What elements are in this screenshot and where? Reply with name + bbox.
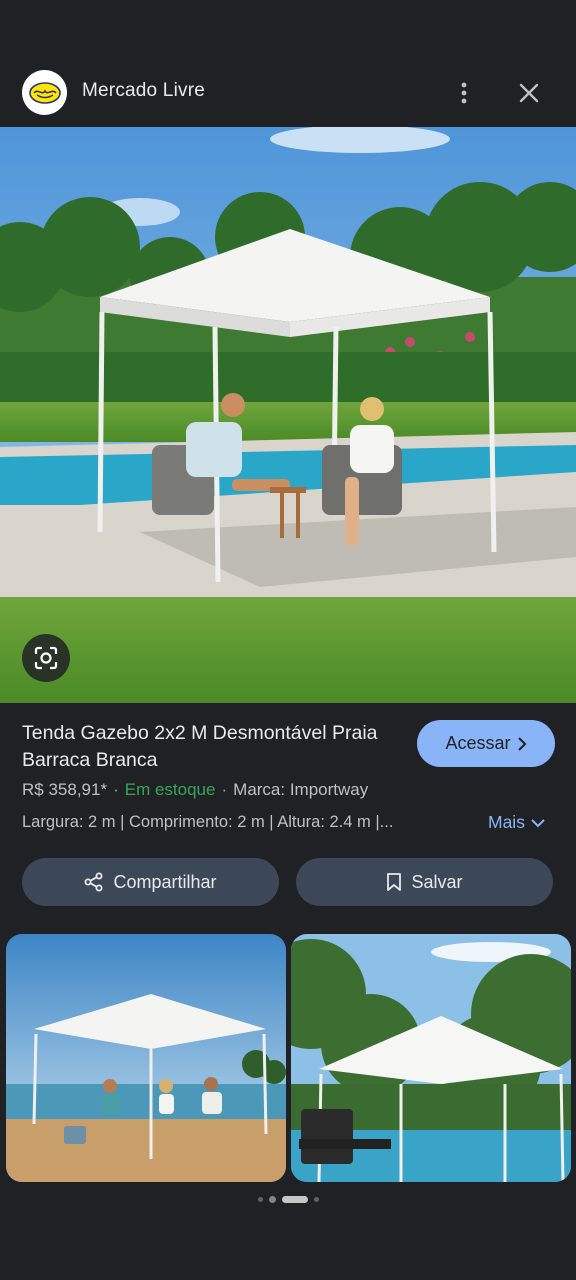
close-icon[interactable] bbox=[512, 76, 546, 110]
product-meta: R$ 358,91* · Em estoque · Marca: Importway bbox=[22, 780, 369, 799]
related-image-pool-gazebo[interactable] bbox=[291, 934, 571, 1182]
pager-dot bbox=[268, 1195, 276, 1203]
share-button[interactable]: Compartilhar bbox=[22, 858, 279, 906]
chevron-right-icon bbox=[517, 736, 526, 751]
pager-dot bbox=[257, 1196, 263, 1202]
share-icon bbox=[84, 872, 103, 892]
product-image[interactable] bbox=[0, 127, 576, 703]
pager-dot-active bbox=[281, 1195, 308, 1203]
site-name: Mercado Livre bbox=[82, 80, 205, 101]
mercado-livre-logo-icon[interactable] bbox=[22, 70, 67, 115]
more-label: Mais bbox=[488, 812, 525, 832]
brand: Marca: Importway bbox=[233, 780, 369, 799]
app-header: Mercado Livre bbox=[0, 60, 576, 126]
save-button[interactable]: Salvar bbox=[296, 858, 553, 906]
access-button-label: Acessar bbox=[445, 733, 511, 753]
google-lens-icon[interactable] bbox=[22, 634, 70, 682]
pager-dot bbox=[313, 1196, 319, 1202]
stock-status: Em estoque bbox=[124, 780, 216, 799]
bookmark-icon bbox=[387, 873, 402, 891]
save-label: Salvar bbox=[411, 871, 463, 892]
more-vert-icon[interactable] bbox=[448, 76, 480, 110]
price: R$ 358,91* bbox=[22, 780, 108, 799]
access-button[interactable]: Acessar bbox=[417, 720, 555, 767]
product-specs: Largura: 2 m | Comprimento: 2 m | Altura… bbox=[22, 813, 394, 831]
carousel-pager bbox=[0, 1194, 576, 1204]
related-image-beach-gazebo[interactable] bbox=[6, 934, 286, 1182]
product-title[interactable]: Tenda Gazebo 2x2 M Desmontável Praia Bar… bbox=[22, 720, 402, 774]
chevron-down-icon bbox=[531, 818, 545, 827]
more-button[interactable]: Mais bbox=[488, 812, 545, 833]
share-label: Compartilhar bbox=[113, 871, 217, 892]
